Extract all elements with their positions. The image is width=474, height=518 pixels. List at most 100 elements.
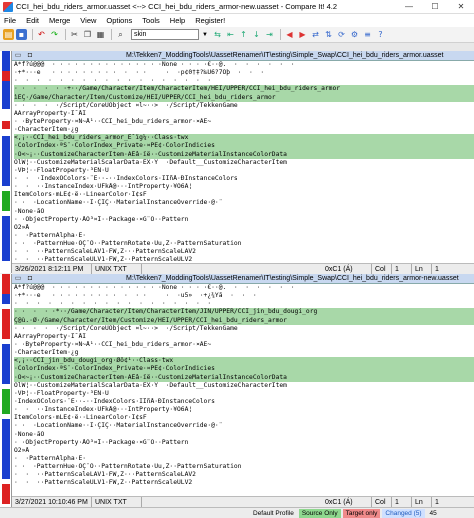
source-line[interactable]: · · · · · · · · · · · · · · · · · · (14, 77, 474, 85)
source-line[interactable]: · · ··PatternScaleULV1·FW,Ž··PatternScal… (14, 256, 474, 263)
title-bar: CCI_hei_bdu_riders_armor.uasset <--> CCI… (0, 0, 474, 14)
merge-all-icon[interactable]: ⇄ (310, 29, 321, 40)
locator-changed-marker (2, 484, 10, 504)
target-line[interactable]: ItemColors·mLÉ¢·ë··LinearColor·Ì¢sF (14, 414, 474, 422)
menu-help[interactable]: Help (170, 16, 185, 25)
cut-icon[interactable]: ✂ (69, 29, 80, 40)
menu-register[interactable]: Register! (195, 16, 225, 25)
prev-diff-icon[interactable]: ↑ (238, 29, 249, 40)
compare-icon[interactable]: ⇆ (212, 29, 223, 40)
report-icon[interactable]: ≡ (362, 29, 373, 40)
merge-left-icon[interactable]: ◀ (284, 29, 295, 40)
options-icon[interactable]: ⚙ (349, 29, 360, 40)
source-line[interactable]: ·+*···e · · · · · · · · · · · · · ·p¢0†‡… (14, 69, 474, 77)
source-line[interactable]: ÓlW¦··CustomizeMaterialScalarData·ÉX·Ý ·… (14, 159, 474, 167)
source-line[interactable]: · ·PatternAlpha·Ê· (14, 232, 474, 240)
target-line[interactable]: ·VÞ¦··FloatProperty·³ÉN·Ù (14, 390, 474, 398)
source-line[interactable]: · · · · · ·+··/Game/Character/Item/Chara… (14, 85, 474, 94)
target-line[interactable]: ·+*···e · · · · · · · · · · · · · ·u5» ·… (14, 292, 474, 300)
target-line[interactable]: · · ··InstanceIndex·ÚFkÅ@···IntProperty·… (14, 406, 474, 414)
close-button[interactable]: ✕ (448, 0, 474, 14)
source-line[interactable]: ÁArrayProperty·Ì¯ÅI (14, 110, 474, 118)
source-line[interactable]: · ·ObjectProperty·ÅÓ³¤Ï··Package·¤G¨Ó··P… (14, 216, 474, 224)
target-pane[interactable]: ▭ ◘ M:\Tekken7_ModdingTools\UassetRename… (12, 274, 474, 496)
diff-locator-top[interactable] (0, 51, 12, 273)
source-line[interactable]: ìÈÇ·/Game/Character/Item/Customize/HEI/U… (14, 93, 474, 102)
source-line[interactable]: ·VÞ¦··FloatProperty·³ÉN·Ù (14, 167, 474, 175)
target-line[interactable]: ·IndexOColors·¨É··-··IndexColors·ÌÏñÅ·ÐI… (14, 398, 474, 406)
target-line[interactable]: ·O<~¡··CustomizeCharacterItem·ÃËâ·ïë··Cu… (14, 373, 474, 382)
target-line[interactable]: Ç@ù.·Ø·/Game/Character/Item/Customize/HE… (14, 316, 474, 325)
source-line[interactable]: · ·ByteProperty·¤N~Å¹··CCI_hei_bdu_rider… (14, 118, 474, 126)
source-line[interactable]: ·O<~¡··CustomizeCharacterItem·ÃËâ·ïë··Cu… (14, 150, 474, 159)
target-line[interactable]: · · ··PatternScaleULV1·FW,Ž··PatternScal… (14, 479, 474, 487)
merge-right-icon[interactable]: ▶ (297, 29, 308, 40)
locator-changed-marker (2, 216, 10, 261)
save-icon[interactable]: ▪ (16, 29, 27, 40)
target-line[interactable]: Ó2»Å (14, 447, 474, 455)
source-line[interactable]: ItemColors·mLÉ¢·ë··LinearColor·Ì¢sF (14, 191, 474, 199)
target-line[interactable]: ÁArrayProperty·Ì¯ÅI (14, 333, 474, 341)
status-spacer (142, 497, 322, 508)
source-line[interactable]: · · ··InstanceIndex·ÚFkÅ@···IntProperty·… (14, 183, 474, 191)
help-icon[interactable]: ? (375, 29, 386, 40)
profile-label[interactable]: Default Profile (250, 509, 297, 518)
search-input[interactable]: skin (131, 29, 199, 40)
minimize-button[interactable]: — (396, 0, 422, 14)
target-line[interactable]: · · ··PatternScaleLAV1·FW,Ž···PatternSca… (14, 471, 474, 479)
target-line[interactable]: · ·ByteProperty·¤N~Å¹··CCI_hei_bdu_rider… (14, 341, 474, 349)
source-line[interactable]: ·ColorIndex·ªŠ¨·ColorIndex_Private·¤PÉ¢·… (14, 142, 474, 151)
target-line[interactable]: · ·PatternAlpha·Ê· (14, 455, 474, 463)
target-line[interactable]: · · ·PatternHue·ÕÇ¨Ó··PatternRotate·Ùu,Ž… (14, 463, 474, 471)
target-status-bar: 3/27/2021 10:10:46 PM UNIX TXT 0xC1 (Á) … (12, 496, 474, 508)
undo-icon[interactable]: ↶ (36, 29, 47, 40)
source-line[interactable]: · · · · ·/Script/CoreUObject ¤l~··> ·/Sc… (14, 102, 474, 110)
copy-icon[interactable]: ❐ (82, 29, 93, 40)
target-line[interactable]: · · · · ·*··/Game/Character/Item/Charact… (14, 308, 474, 317)
source-char-code: 0xC1 (Á) (322, 263, 372, 275)
source-text[interactable]: Á*f?ú@@@ · · · · · · · · · · · · · · ·No… (12, 61, 474, 263)
source-pane[interactable]: ▭ ◘ M:\Tekken7_ModdingTools\UassetRename… (12, 51, 474, 263)
target-text[interactable]: Á*f?ú@@@ · · · · · · · · · · · · · · ·No… (12, 284, 474, 488)
last-diff-icon[interactable]: ⇥ (264, 29, 275, 40)
source-col-label: Col (372, 263, 392, 275)
source-line[interactable]: ·CharacterItem·¿g (14, 126, 474, 134)
source-line[interactable]: Ó2»Å (14, 224, 474, 232)
first-diff-icon[interactable]: ⇤ (225, 29, 236, 40)
maximize-button[interactable]: ☐ (422, 0, 448, 14)
source-line[interactable]: ·None·åÓ (14, 208, 474, 216)
menu-tools[interactable]: Tools (142, 16, 160, 25)
menu-merge[interactable]: Merge (49, 16, 70, 25)
source-line[interactable]: · · ··PatternScaleLAV1·FW,Ž···PatternSca… (14, 248, 474, 256)
menu-view[interactable]: View (80, 16, 96, 25)
target-line[interactable]: <,¡··CCI_jin_bdu_dougi_org·Øö¢¹··Class·t… (14, 357, 474, 366)
target-line[interactable]: · ·ObjectProperty·ÅÓ³¤Ï··Package·¤G¨Ó··P… (14, 439, 474, 447)
menu-options[interactable]: Options (106, 16, 132, 25)
target-line[interactable]: · · · · · · · · · · · · · · · · · · (14, 300, 474, 308)
target-line[interactable]: ·CharacterItem·¿g (14, 349, 474, 357)
source-line[interactable]: · · ·LocationName··I·ÇÎÇ··MaterialInstan… (14, 199, 474, 207)
toolbar-separator (32, 29, 33, 40)
target-line[interactable]: Á*f?ú@@@ · · · · · · · · · · · · · · ·No… (14, 284, 474, 292)
target-line[interactable]: · · · · ·/Script/CoreUObject ¤l~··> ·/Sc… (14, 325, 474, 333)
open-folder-icon[interactable]: ▤ (3, 29, 14, 40)
paste-icon[interactable]: ▦ (95, 29, 106, 40)
menu-file[interactable]: File (4, 16, 16, 25)
source-line[interactable]: · · ·IndexOColors·¨É··-··IndexColors·ÌÏñ… (14, 175, 474, 183)
refresh-icon[interactable]: ⟳ (336, 29, 347, 40)
source-line[interactable]: <,¡··CCI_hei_bdu_riders_armor_Éˆïg¼··Cla… (14, 134, 474, 143)
locator-changed-marker (2, 136, 10, 186)
diff-locator-bottom[interactable] (0, 274, 12, 507)
target-line[interactable]: ·ColorIndex·ªŠ¨·ColorIndex_Private·¤PÉ¢·… (14, 365, 474, 374)
source-line[interactable]: Á*f?ú@@@ · · · · · · · · · · · · · · ·No… (14, 61, 474, 69)
target-line[interactable]: ·None·åÓ (14, 431, 474, 439)
target-line[interactable]: · · ·LocationName··I·ÇÎÇ··MaterialInstan… (14, 422, 474, 430)
chevron-down-icon[interactable]: ▼ (202, 32, 208, 38)
menu-edit[interactable]: Edit (26, 16, 39, 25)
redo-icon[interactable]: ↷ (49, 29, 60, 40)
swap-icon[interactable]: ⇅ (323, 29, 334, 40)
find-icon[interactable]: ⌕ (115, 29, 126, 40)
source-line[interactable]: · · ·PatternHue·ÕÇ¨Ó··PatternRotate·Ùu,Ž… (14, 240, 474, 248)
next-diff-icon[interactable]: ↓ (251, 29, 262, 40)
target-line[interactable]: ÓlW¦··CustomizeMaterialScalarData·ÉX·Ý ·… (14, 382, 474, 390)
